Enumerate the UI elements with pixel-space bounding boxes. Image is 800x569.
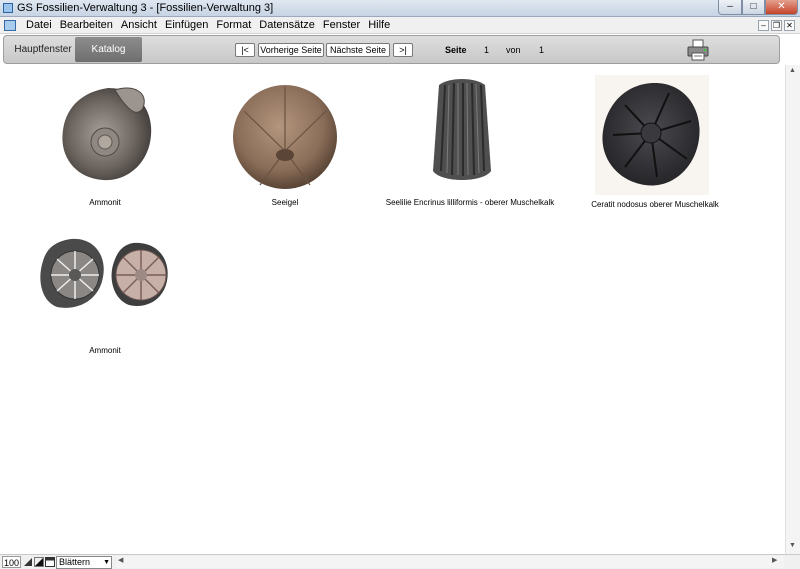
menu-bar: Datei Bearbeiten Ansicht Einfügen Format…: [0, 17, 800, 34]
title-bar: GS Fossilien-Verwaltung 3 - [Fossilien-V…: [0, 0, 800, 17]
zoom-in-icon[interactable]: [34, 557, 44, 567]
scroll-left-icon[interactable]: ◀: [118, 556, 123, 564]
maximize-button[interactable]: □: [742, 0, 765, 15]
catalog-item[interactable]: Seeigel: [205, 75, 365, 225]
menu-bearbeiten[interactable]: Bearbeiten: [56, 19, 117, 32]
item-caption: Ammonit: [89, 346, 121, 355]
catalog-toolbar: Hauptfenster Katalog |< Vorherige Seite …: [3, 35, 780, 64]
ammonite-shell-photo: [62, 87, 152, 181]
first-page-button[interactable]: |<: [235, 43, 255, 57]
item-caption: Seeigel: [271, 198, 299, 207]
menu-datei[interactable]: Datei: [22, 19, 56, 32]
mdi-minimize-button[interactable]: ‒: [758, 20, 769, 31]
next-page-button[interactable]: Nächste Seite: [326, 43, 390, 57]
page-label: Seite: [445, 45, 467, 55]
menu-fenster[interactable]: Fenster: [319, 19, 364, 32]
menu-hilfe[interactable]: Hilfe: [364, 19, 394, 32]
of-label: von: [506, 45, 521, 55]
document-icon[interactable]: [4, 20, 16, 31]
status-bar: 100 Blättern ▼ ◀ ▶: [0, 554, 800, 569]
scroll-right-icon[interactable]: ▶: [772, 556, 777, 564]
catalog-item[interactable]: Ammonit: [25, 235, 185, 390]
chevron-down-icon[interactable]: ▼: [103, 557, 110, 568]
last-page-button[interactable]: >|: [393, 43, 413, 57]
item-caption: Ammonit: [89, 198, 121, 207]
menu-datensaetze[interactable]: Datensätze: [255, 19, 319, 32]
ceratite-photo: [595, 75, 709, 195]
zoom-level[interactable]: 100: [2, 556, 21, 568]
close-button[interactable]: ✕: [765, 0, 798, 15]
item-caption: Seelilie Encrinus lilliformis - oberer M…: [385, 198, 555, 207]
catalog-grid: Ammonit Seeigel Seelilie Encrinus lillif…: [0, 65, 785, 553]
printer-icon[interactable]: [686, 39, 710, 61]
catalog-item[interactable]: Ceratit nodosus oberer Muschelkalk: [575, 75, 735, 225]
tab-katalog[interactable]: Katalog: [75, 37, 142, 62]
mode-value: Blättern: [59, 557, 91, 567]
catalog-item[interactable]: Seelilie Encrinus lilliformis - oberer M…: [385, 75, 555, 225]
mdi-close-button[interactable]: ✕: [784, 20, 795, 31]
zoom-out-icon[interactable]: [23, 557, 33, 567]
app-icon[interactable]: [3, 3, 13, 13]
crinoid-stem-photo: [433, 79, 491, 180]
mdi-restore-button[interactable]: ❐: [771, 20, 782, 31]
mode-select[interactable]: Blättern ▼: [56, 556, 112, 569]
tab-hauptfenster[interactable]: Hauptfenster: [8, 37, 78, 62]
item-caption: Ceratit nodosus oberer Muschelkalk: [591, 200, 719, 209]
menu-einfuegen[interactable]: Einfügen: [161, 19, 212, 32]
window-title: GS Fossilien-Verwaltung 3 - [Fossilien-V…: [17, 2, 274, 14]
scroll-down-icon[interactable]: ▼: [789, 542, 796, 549]
vertical-scrollbar[interactable]: ▲ ▼: [785, 65, 800, 554]
ammonite-pair-photo: [40, 238, 168, 308]
horizontal-scrollbar[interactable]: ◀ ▶: [116, 556, 784, 568]
previous-page-button[interactable]: Vorherige Seite: [258, 43, 324, 57]
sea-urchin-photo: [233, 85, 337, 189]
status-toggle-icon[interactable]: [45, 557, 55, 567]
page-total: 1: [539, 45, 545, 55]
catalog-item[interactable]: Ammonit: [25, 75, 185, 225]
minimize-button[interactable]: ‒: [718, 0, 742, 15]
menu-format[interactable]: Format: [212, 19, 255, 32]
scroll-up-icon[interactable]: ▲: [789, 67, 796, 74]
menu-ansicht[interactable]: Ansicht: [117, 19, 161, 32]
page-current: 1: [484, 45, 490, 55]
